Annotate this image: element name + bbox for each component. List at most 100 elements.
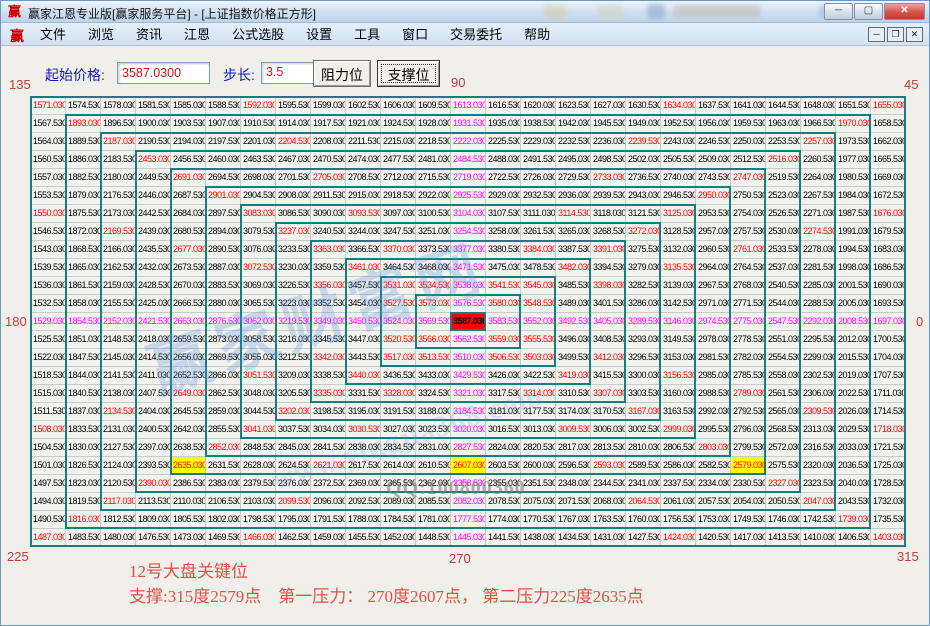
gann-cell[interactable]: 2281.530 xyxy=(801,259,836,277)
gann-cell[interactable]: 1781.030 xyxy=(416,511,451,529)
gann-cell[interactable]: 2043.530 xyxy=(836,493,871,511)
gann-cell[interactable]: 1788.030 xyxy=(346,511,381,529)
gann-cell[interactable]: 1557.030 xyxy=(31,169,66,187)
gann-cell[interactable]: 2572.030 xyxy=(766,439,801,457)
gann-cell[interactable]: 3443.530 xyxy=(346,349,381,367)
gann-cell[interactable]: 2901.030 xyxy=(206,187,241,205)
gann-cell[interactable]: 2628.030 xyxy=(241,457,276,475)
gann-cell[interactable]: 2537.030 xyxy=(766,259,801,277)
gann-cell[interactable]: 3359.530 xyxy=(311,259,346,277)
gann-cell[interactable]: 3086.530 xyxy=(276,205,311,223)
gann-cell[interactable]: 2253.530 xyxy=(766,133,801,151)
gann-cell[interactable]: 2775.030 xyxy=(731,313,766,331)
gann-cell[interactable]: 1837.030 xyxy=(66,403,101,421)
gann-cell[interactable]: 3541.530 xyxy=(486,277,521,295)
gann-cell[interactable]: 2880.030 xyxy=(206,295,241,313)
gann-cell[interactable]: 2278.030 xyxy=(801,241,836,259)
gann-cell[interactable]: 1875.530 xyxy=(66,205,101,223)
gann-cell[interactable]: 1774.030 xyxy=(486,511,521,529)
gann-cell[interactable]: 2456.530 xyxy=(171,151,206,169)
gann-cell[interactable]: 2904.530 xyxy=(241,187,276,205)
gann-cell[interactable]: 2495.030 xyxy=(556,151,591,169)
gann-cell[interactable]: 1637.530 xyxy=(696,97,731,115)
gann-cell[interactable]: 1459.030 xyxy=(311,529,346,547)
gann-cell[interactable]: 2610.530 xyxy=(416,457,451,475)
gann-cell[interactable]: 3247.530 xyxy=(381,223,416,241)
gann-cell[interactable]: 2208.030 xyxy=(311,133,346,151)
gann-cell[interactable]: 2645.530 xyxy=(171,403,206,421)
gann-cell[interactable]: 2600.030 xyxy=(521,457,556,475)
gann-cell[interactable]: 2691.030 xyxy=(171,169,206,187)
gann-cell[interactable]: 2677.030 xyxy=(171,241,206,259)
gann-cell[interactable]: 1879.030 xyxy=(66,187,101,205)
gann-cell[interactable]: 2659.530 xyxy=(171,331,206,349)
gann-cell[interactable]: 2593.030 xyxy=(591,457,626,475)
gann-cell[interactable]: 1921.030 xyxy=(346,115,381,133)
gann-cell[interactable]: 2866.030 xyxy=(206,367,241,385)
gann-cell[interactable]: 2449.530 xyxy=(136,169,171,187)
gann-cell[interactable]: 3240.530 xyxy=(311,223,346,241)
gann-cell[interactable]: 3321.030 xyxy=(451,385,486,403)
gann-cell[interactable]: 2383.030 xyxy=(206,475,241,493)
gann-cell[interactable]: 3527.530 xyxy=(381,295,416,313)
gann-cell[interactable]: 2519.530 xyxy=(766,169,801,187)
gann-cell[interactable]: 2152.030 xyxy=(101,313,136,331)
gann-cell[interactable]: 3160.030 xyxy=(661,385,696,403)
gann-cell[interactable]: 2523.030 xyxy=(766,187,801,205)
gann-cell[interactable]: 3349.030 xyxy=(311,313,346,331)
gann-cell[interactable]: 1438.030 xyxy=(521,529,556,547)
gann-cell[interactable]: 2722.530 xyxy=(486,169,521,187)
menu-item[interactable]: 资讯 xyxy=(125,23,173,46)
gann-cell[interactable]: 2974.530 xyxy=(696,313,731,331)
gann-cell[interactable]: 1676.030 xyxy=(871,205,906,223)
gann-cell[interactable]: 3583.530 xyxy=(486,313,521,331)
gann-cell[interactable]: 1865.030 xyxy=(66,259,101,277)
gann-cell[interactable]: 2435.530 xyxy=(136,241,171,259)
gann-cell[interactable]: 1746.030 xyxy=(766,511,801,529)
gann-cell[interactable]: 2680.530 xyxy=(171,223,206,241)
gann-cell[interactable]: 2057.530 xyxy=(696,493,731,511)
gann-cell[interactable]: 1917.530 xyxy=(311,115,346,133)
gann-cell[interactable]: 3076.030 xyxy=(241,241,276,259)
gann-cell[interactable]: 3506.530 xyxy=(486,349,521,367)
resistance-button[interactable]: 阻力位 xyxy=(313,60,371,87)
gann-cell[interactable]: 2463.530 xyxy=(241,151,276,169)
gann-cell[interactable]: 2372.530 xyxy=(311,475,346,493)
gann-cell[interactable]: 3104.030 xyxy=(451,205,486,223)
gann-cell[interactable]: 2190.530 xyxy=(136,133,171,151)
gann-cell[interactable]: 3058.530 xyxy=(241,331,276,349)
gann-cell[interactable]: 3272.030 xyxy=(626,223,661,241)
gann-cell[interactable]: 2145.030 xyxy=(101,349,136,367)
gann-cell[interactable]: 2915.030 xyxy=(346,187,381,205)
gann-cell[interactable]: 2491.530 xyxy=(521,151,556,169)
gann-cell[interactable]: 2019.030 xyxy=(836,367,871,385)
gann-cell[interactable]: 3468.030 xyxy=(416,259,451,277)
gann-cell[interactable]: 2855.530 xyxy=(206,421,241,439)
gann-cell[interactable]: 1679.530 xyxy=(871,223,906,241)
gann-cell[interactable]: 2978.030 xyxy=(696,331,731,349)
gann-cell[interactable]: 3041.030 xyxy=(241,421,276,439)
gann-cell[interactable]: 3447.030 xyxy=(346,331,381,349)
gann-cell[interactable]: 1406.530 xyxy=(836,529,871,547)
gann-cell[interactable]: 2141.530 xyxy=(101,367,136,385)
gann-cell[interactable]: 1844.030 xyxy=(66,367,101,385)
gann-cell[interactable]: 2110.030 xyxy=(171,493,206,511)
gann-cell[interactable]: 3499.530 xyxy=(556,349,591,367)
gann-cell[interactable]: 3261.530 xyxy=(521,223,556,241)
gann-cell[interactable]: 2344.530 xyxy=(591,475,626,493)
gann-cell[interactable]: 3167.030 xyxy=(626,403,661,421)
gann-cell[interactable]: 1984.030 xyxy=(836,187,871,205)
gann-cell[interactable]: 2883.530 xyxy=(206,277,241,295)
gann-cell[interactable]: 3132.030 xyxy=(661,241,696,259)
gann-cell[interactable]: 3055.030 xyxy=(241,349,276,367)
gann-cell[interactable]: 1641.030 xyxy=(731,97,766,115)
gann-cell[interactable]: 1830.030 xyxy=(66,439,101,457)
gann-cell[interactable]: 1525.530 xyxy=(31,331,66,349)
gann-cell[interactable]: 2778.530 xyxy=(731,331,766,349)
gann-cell[interactable]: 2320.030 xyxy=(801,457,836,475)
gann-cell[interactable]: 2117.030 xyxy=(101,493,136,511)
gann-cell[interactable]: 2040.030 xyxy=(836,475,871,493)
gann-cell[interactable]: 1648.030 xyxy=(801,97,836,115)
gann-cell[interactable]: 1795.030 xyxy=(276,511,311,529)
gann-cell[interactable]: 3191.530 xyxy=(381,403,416,421)
